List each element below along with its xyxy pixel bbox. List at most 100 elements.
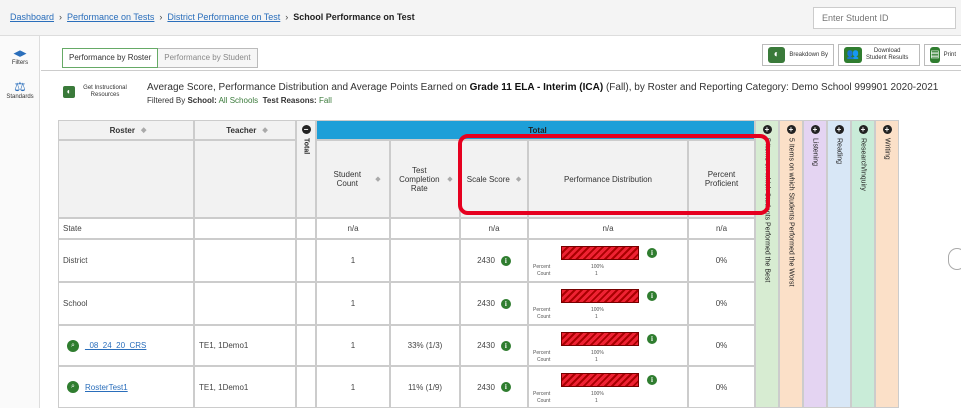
info-icon[interactable]: i: [647, 248, 657, 258]
people-icon: 👥: [844, 47, 862, 63]
table-cell-completion: 33% (1/3): [390, 325, 460, 366]
percent-value: 100%: [591, 350, 604, 356]
table-cell-count: n/a: [316, 218, 390, 239]
sort-icon: ◆: [375, 176, 381, 183]
school-filter-label: School:: [187, 96, 217, 105]
student-count-header[interactable]: Student Count ◆: [316, 140, 390, 218]
category-label: Reading: [835, 138, 843, 165]
category-label: Writing: [883, 138, 891, 160]
proficient-value: 0%: [715, 299, 728, 308]
instructional-label: Get Instructional Resources: [83, 85, 127, 98]
table-cell-proficient: n/a: [688, 218, 755, 239]
resources-icon: ◐: [63, 86, 75, 98]
table-cell-dist: i Percent Count 100% 1: [528, 239, 688, 282]
info-icon[interactable]: i: [647, 375, 657, 385]
category-column-2[interactable]: + Listening: [803, 120, 827, 408]
table-cell-roster: ⌕ RosterTest1: [58, 366, 194, 408]
count-value: 1: [350, 299, 356, 308]
table-cell-teacher: TE1, 1Demo1: [194, 325, 296, 366]
table-cell-teacher: [194, 218, 296, 239]
table-cell-total: [296, 366, 316, 408]
breadcrumb-dashboard[interactable]: Dashboard: [10, 12, 54, 22]
print-button[interactable]: ▤ Print: [924, 44, 961, 66]
completion-rate-label: Test Completion Rate: [399, 165, 440, 193]
school-filter-value: All Schools: [218, 96, 259, 105]
teacher-header-label: Teacher: [226, 125, 257, 135]
info-icon[interactable]: i: [500, 255, 511, 266]
instructional-resources-button[interactable]: ◐ Get Instructional Resources: [63, 85, 129, 99]
count-value: 1: [595, 271, 598, 277]
distribution-bar[interactable]: [561, 373, 639, 387]
table-cell-count: 1: [316, 239, 390, 282]
teacher-header[interactable]: Teacher ◆: [194, 120, 296, 140]
roster-search-icon[interactable]: ⌕: [67, 381, 79, 393]
breadcrumb-district-performance[interactable]: District Performance on Test: [167, 12, 280, 22]
table-cell-count: 1: [316, 325, 390, 366]
info-icon[interactable]: i: [500, 298, 511, 309]
count-value: 1: [350, 341, 356, 350]
info-icon[interactable]: i: [500, 340, 511, 351]
table-cell-dist: i Percent Count 100% 1: [528, 366, 688, 408]
table-cell-proficient: 0%: [688, 366, 755, 408]
category-column-4[interactable]: + Research/Inquiry: [851, 120, 875, 408]
scroll-handle[interactable]: [948, 248, 961, 270]
breakdown-button[interactable]: ◐ Breakdown By: [762, 44, 834, 66]
completion-value: 11% (1/9): [407, 382, 443, 392]
table-cell-completion: 11% (1/9): [390, 366, 460, 408]
info-icon[interactable]: i: [647, 291, 657, 301]
filters-button[interactable]: ◂▸ Filters: [0, 45, 40, 67]
category-label: 5 Items on which Students Performed the …: [787, 138, 795, 287]
table-cell-teacher: [194, 282, 296, 325]
filters-icon: ◂▸: [13, 45, 27, 60]
top-bar: Dashboard › Performance on Tests › District …: [0, 0, 961, 36]
breadcrumb-separator: ›: [59, 12, 63, 22]
student-id-input[interactable]: [813, 7, 956, 29]
standards-button[interactable]: ⚖ Standards: [0, 79, 40, 101]
scales-icon: ⚖: [14, 79, 26, 94]
reasons-filter-label: Test Reasons:: [262, 96, 317, 105]
breadcrumb-performance-on-tests[interactable]: Performance on Tests: [67, 12, 154, 22]
table-cell-score: 2430 i: [460, 282, 528, 325]
distribution-bar[interactable]: [561, 246, 639, 260]
roster-search-icon[interactable]: ⌕: [67, 339, 79, 352]
filters-label: Filters: [11, 60, 29, 66]
expand-icon: +: [786, 125, 796, 134]
roster-header-label: Roster: [109, 125, 135, 135]
count-value: 1: [595, 314, 598, 320]
percent-label: Percent: [533, 307, 551, 313]
download-results-button[interactable]: 👥 Download Student Results: [838, 44, 920, 66]
breadcrumb-separator: ›: [159, 12, 163, 22]
table-cell-completion: [390, 239, 460, 282]
tab-performance-by-student[interactable]: Performance by Student: [158, 48, 258, 68]
table-cell-count: 1: [316, 282, 390, 325]
sort-icon: ◆: [262, 127, 268, 134]
category-column-5[interactable]: + Writing: [875, 120, 899, 408]
table-cell-roster: State: [58, 218, 194, 239]
roster-name: School: [63, 299, 88, 308]
roster-name[interactable]: _08_24_20_CRS: [85, 341, 146, 350]
percent-value: 100%: [591, 391, 604, 397]
roster-header-spacer: [58, 140, 194, 218]
breadcrumb-current: School Performance on Test: [293, 12, 415, 22]
distribution-bar[interactable]: [561, 332, 639, 346]
distribution-bar[interactable]: [561, 289, 639, 303]
tab-performance-by-roster[interactable]: Performance by Roster: [62, 48, 159, 68]
total-collapse-column[interactable]: − Total: [296, 120, 316, 218]
completion-rate-header[interactable]: Test Completion Rate ◆: [390, 140, 460, 218]
info-icon[interactable]: i: [500, 382, 511, 392]
expand-icon: +: [882, 125, 892, 134]
table-cell-total: [296, 282, 316, 325]
expand-icon: +: [858, 125, 868, 134]
table-cell-proficient: 0%: [688, 325, 755, 366]
expand-icon: +: [834, 125, 844, 134]
count-value: n/a: [347, 224, 359, 233]
category-column-1[interactable]: +5 Items on which Students Performed the…: [779, 120, 803, 408]
roster-header[interactable]: Roster ◆: [58, 120, 194, 140]
printer-icon: ▤: [930, 47, 940, 63]
info-icon[interactable]: i: [647, 334, 657, 344]
category-column-3[interactable]: + Reading: [827, 120, 851, 408]
table-cell-count: 1: [316, 366, 390, 408]
roster-name[interactable]: RosterTest1: [85, 383, 128, 392]
breadcrumb: Dashboard › Performance on Tests › District …: [10, 12, 415, 22]
count-value: 1: [595, 398, 598, 404]
